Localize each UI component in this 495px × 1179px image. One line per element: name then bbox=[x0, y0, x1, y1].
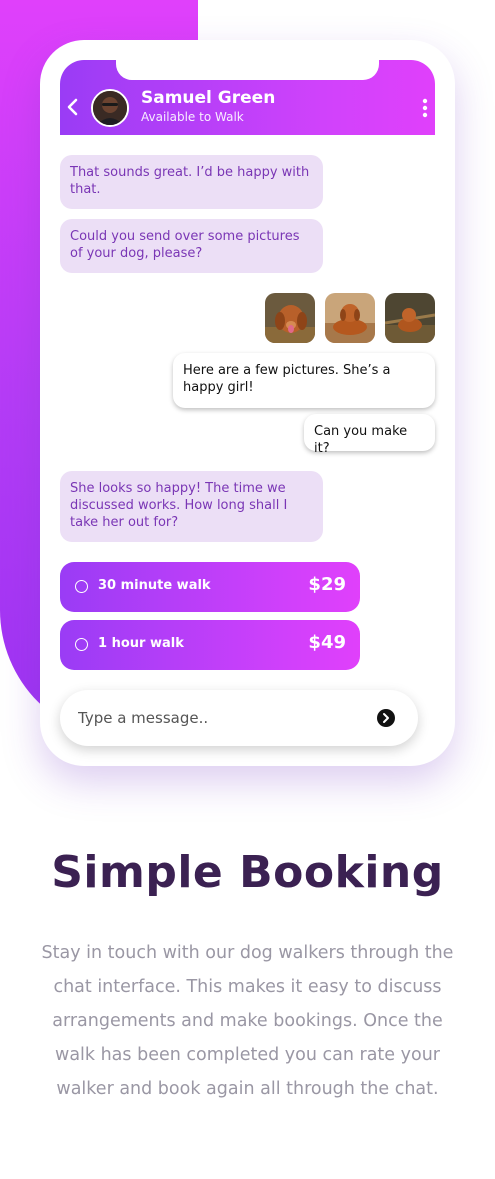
feature-title: Simple Booking bbox=[51, 847, 444, 898]
phone-notch bbox=[116, 60, 379, 80]
dog-photo bbox=[265, 293, 315, 343]
option-price: $49 bbox=[308, 632, 346, 653]
feature-description: Stay in touch with our dog walkers throu… bbox=[41, 943, 454, 1099]
option-30-minute-walk[interactable]: 30 minute walk $29 bbox=[60, 562, 360, 612]
chevron-left-icon[interactable] bbox=[66, 98, 80, 116]
dog-photo bbox=[325, 293, 375, 343]
more-vertical-icon[interactable] bbox=[421, 98, 429, 118]
message-outgoing: Can you make it? bbox=[304, 414, 435, 456]
option-1-hour-walk[interactable]: 1 hour walk $49 bbox=[60, 620, 360, 670]
avatar[interactable] bbox=[91, 89, 129, 127]
message-input[interactable] bbox=[78, 706, 368, 730]
message-incoming: Could you send over some pictures of you… bbox=[60, 219, 323, 273]
message-incoming: That sounds great. I’d be happy with tha… bbox=[60, 155, 323, 209]
contact-name: Samuel Green bbox=[141, 88, 276, 108]
send-arrow-icon[interactable] bbox=[377, 709, 395, 727]
message-incoming: She looks so happy! The time we discusse… bbox=[60, 471, 323, 542]
dog-photo-thumbnail[interactable] bbox=[385, 293, 435, 343]
avatar-image bbox=[93, 91, 127, 125]
dog-photo-thumbnail[interactable] bbox=[265, 293, 315, 343]
dog-photo-thumbnail[interactable] bbox=[325, 293, 375, 343]
message-outgoing: Here are a few pictures. She’s a happy g… bbox=[173, 353, 435, 408]
dog-photo bbox=[385, 293, 435, 343]
radio-unchecked-icon bbox=[75, 580, 88, 593]
message-composer bbox=[60, 690, 418, 746]
option-label: 1 hour walk bbox=[98, 636, 184, 651]
radio-unchecked-icon bbox=[75, 638, 88, 651]
option-price: $29 bbox=[308, 574, 346, 595]
contact-status: Available to Walk bbox=[141, 110, 244, 124]
option-label: 30 minute walk bbox=[98, 578, 211, 593]
